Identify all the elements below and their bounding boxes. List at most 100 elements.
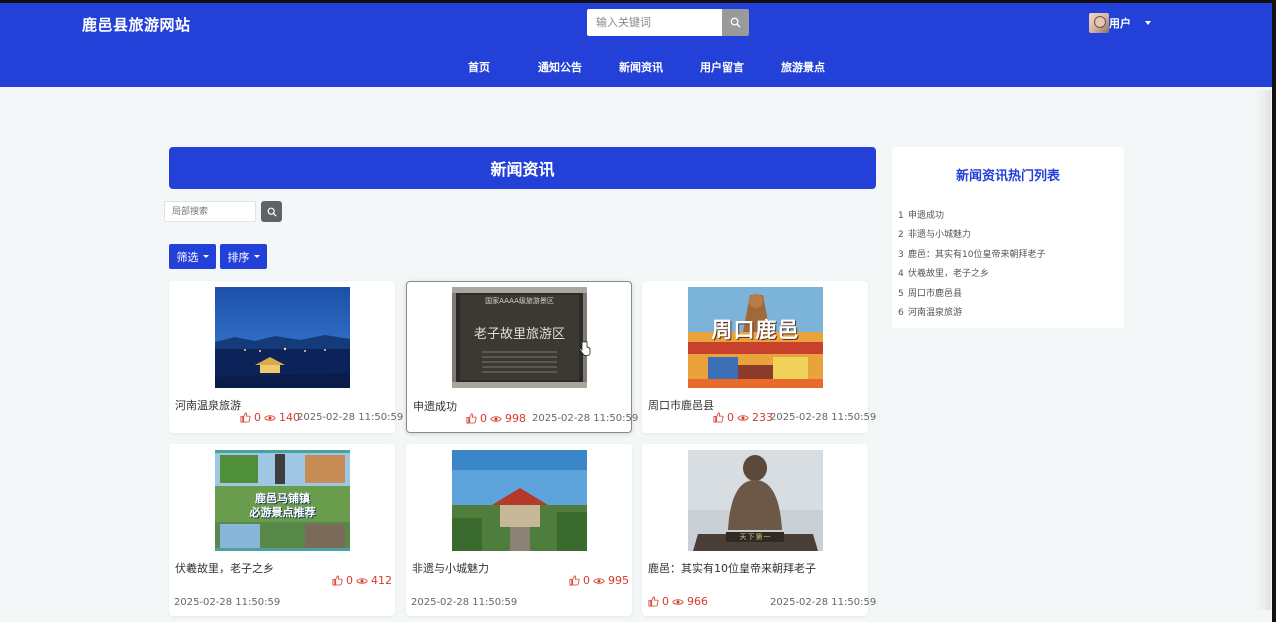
scrollbar-track[interactable] [1255, 90, 1271, 610]
local-search-input[interactable] [164, 201, 256, 222]
chevron-down-icon[interactable] [1145, 21, 1151, 25]
main-nav: 首页 通知公告 新闻资讯 用户留言 旅游景点 [0, 59, 1272, 79]
news-date: 2025-02-28 11:50:59 [411, 597, 518, 608]
view-count: 966 [687, 595, 708, 608]
nav-item-messages[interactable]: 用户留言 [700, 59, 744, 75]
thumbs-up-icon[interactable] [240, 412, 251, 423]
nav-item-attractions[interactable]: 旅游景点 [781, 59, 825, 75]
news-stats: 0 995 [569, 574, 629, 587]
plaque-subtitle: 国家AAAA级旅游景区 [485, 297, 554, 305]
like-count: 0 [662, 595, 669, 608]
like-count: 0 [727, 411, 734, 424]
eye-icon [264, 413, 276, 423]
news-thumbnail[interactable] [215, 287, 350, 388]
view-count: 998 [505, 412, 526, 425]
news-stats: 0 966 [648, 595, 708, 608]
hot-item-label[interactable]: 周口市鹿邑县 [908, 289, 962, 299]
thumbnail-caption: 周口鹿邑 [711, 318, 800, 342]
hot-list-item[interactable]: 4 伏羲故里，老子之乡 [898, 266, 989, 279]
like-count: 0 [254, 411, 261, 424]
news-title[interactable]: 河南温泉旅游 [175, 397, 241, 413]
news-stats: 0 140 [240, 411, 300, 424]
search-icon [730, 13, 741, 32]
thumbs-up-icon[interactable] [466, 413, 477, 424]
view-count: 995 [608, 574, 629, 587]
filter-dropdown-button[interactable]: 筛选 [169, 244, 216, 269]
hot-item-label[interactable]: 非遗与小城魅力 [908, 230, 971, 240]
thumbs-up-icon[interactable] [569, 575, 580, 586]
news-title[interactable]: 伏羲故里，老子之乡 [175, 560, 274, 576]
nav-item-notices[interactable]: 通知公告 [538, 59, 582, 75]
hot-list-item[interactable]: 3 鹿邑：其实有10位皇帝来朝拜老子 [898, 247, 1045, 260]
news-thumbnail[interactable]: 国家AAAA级旅游景区 老子故里旅游区 [452, 287, 587, 388]
hot-item-label[interactable]: 鹿邑：其实有10位皇帝来朝拜老子 [908, 250, 1045, 260]
like-count: 0 [480, 412, 487, 425]
like-count: 0 [346, 574, 353, 587]
hot-item-number: 3 [898, 250, 904, 260]
eye-icon [672, 597, 684, 607]
eye-icon [490, 414, 502, 424]
mouse-cursor-icon [579, 341, 591, 356]
news-title[interactable]: 鹿邑：其实有10位皇帝来朝拜老子 [648, 560, 816, 576]
statue-plaque: 天下第一 [739, 533, 772, 541]
global-search-button[interactable] [722, 9, 749, 36]
window-right-edge [1272, 3, 1276, 622]
news-card[interactable]: 非遗与小城魅力 0 995 2025-02-28 11:50:59 [406, 444, 632, 616]
news-card[interactable]: 鹿邑马铺镇 必游景点推荐 伏羲故里，老子之乡 0 412 2025-02-28 … [169, 444, 395, 616]
chevron-down-icon [202, 255, 209, 258]
hot-item-number: 1 [898, 211, 904, 221]
user-menu[interactable]: 用户 [1089, 13, 1151, 33]
hot-item-number: 5 [898, 289, 904, 299]
news-card[interactable]: 河南温泉旅游 0 140 2025-02-28 11:50:59 [169, 281, 403, 433]
hot-item-number: 2 [898, 230, 904, 240]
filter-label: 筛选 [176, 250, 199, 264]
news-card[interactable]: 天下第一 鹿邑：其实有10位皇帝来朝拜老子 0 966 2025-02-28 1… [642, 444, 876, 616]
news-thumbnail[interactable] [452, 450, 587, 551]
global-search-input[interactable] [587, 9, 722, 36]
news-stats: 0 233 [713, 411, 773, 424]
sidebar-title: 新闻资讯热门列表 [955, 169, 1060, 184]
hot-list-item[interactable]: 2 非遗与小城魅力 [898, 227, 971, 240]
eye-icon [737, 413, 749, 423]
news-date: 2025-02-28 11:50:59 [174, 597, 281, 608]
site-title[interactable]: 鹿邑县旅游网站 [82, 14, 191, 35]
news-card[interactable]: 国家AAAA级旅游景区 老子故里旅游区 申遗成功 0 998 2025-02-2… [406, 281, 638, 433]
avatar[interactable] [1089, 13, 1109, 33]
hot-item-number: 4 [898, 269, 904, 279]
hot-list-item[interactable]: 1 申遗成功 [898, 208, 944, 221]
view-count: 412 [371, 574, 392, 587]
thumbnail-caption-line2: 必游景点推荐 [249, 506, 316, 519]
sort-label: 排序 [227, 250, 250, 264]
news-title[interactable]: 申遗成功 [413, 398, 457, 414]
news-stats: 0 998 [466, 412, 526, 425]
site-header: 鹿邑县旅游网站 用户 首页 通知公告 新闻资讯 用户留言 旅游景点 [0, 3, 1272, 87]
news-title[interactable]: 非遗与小城魅力 [412, 560, 489, 576]
eye-icon [356, 576, 368, 586]
news-date: 2025-02-28 11:50:59 [297, 412, 404, 423]
hot-list-item[interactable]: 5 周口市鹿邑县 [898, 286, 962, 299]
sort-dropdown-button[interactable]: 排序 [220, 244, 267, 269]
local-search-button[interactable] [261, 201, 282, 222]
news-thumbnail[interactable]: 天下第一 [688, 450, 823, 551]
news-thumbnail[interactable]: 鹿邑马铺镇 必游景点推荐 [215, 450, 350, 551]
thumbs-up-icon[interactable] [332, 575, 343, 586]
thumbs-up-icon[interactable] [648, 596, 659, 607]
nav-item-news[interactable]: 新闻资讯 [619, 59, 663, 75]
hot-item-label[interactable]: 河南温泉旅游 [908, 308, 962, 318]
plaque-title: 老子故里旅游区 [473, 327, 565, 342]
news-stats: 0 412 [332, 574, 392, 587]
user-label[interactable]: 用户 [1109, 15, 1131, 31]
news-title[interactable]: 周口市鹿邑县 [648, 397, 714, 413]
nav-item-home[interactable]: 首页 [468, 59, 490, 75]
hot-list-item[interactable]: 6 河南温泉旅游 [898, 305, 962, 318]
news-card[interactable]: 周口鹿邑 周口市鹿邑县 0 233 2025-02-28 11:50:59 [642, 281, 876, 433]
chevron-down-icon [253, 255, 260, 258]
page-title: 新闻资讯 [169, 147, 876, 189]
news-thumbnail[interactable]: 周口鹿邑 [688, 287, 823, 388]
eye-icon [593, 576, 605, 586]
hot-item-label[interactable]: 伏羲故里，老子之乡 [908, 269, 989, 279]
thumbs-up-icon[interactable] [713, 412, 724, 423]
hot-item-label[interactable]: 申遗成功 [908, 211, 944, 221]
news-date: 2025-02-28 11:50:59 [532, 413, 639, 424]
hot-item-number: 6 [898, 308, 904, 318]
